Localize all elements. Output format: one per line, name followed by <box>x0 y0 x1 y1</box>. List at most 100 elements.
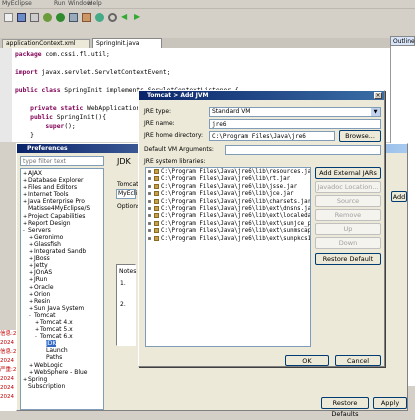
tree-item[interactable]: +JOnAS <box>21 269 103 276</box>
close-icon[interactable]: × <box>374 92 382 99</box>
library-row[interactable]: ⊞ C:\Program Files\Java\jre6\lib\rt.jar <box>148 176 308 183</box>
cancel-button[interactable]: Cancel <box>335 355 381 366</box>
preferences-tree: +AJAX +Database Explorer +Files and Editor… <box>20 168 104 410</box>
forward-icon[interactable]: ▶ <box>134 13 143 22</box>
jvm-button-source-attachment[interactable]: Source Attachment... <box>315 195 381 216</box>
tree-item[interactable]: +JBoss <box>21 255 103 262</box>
restore-defaults-button[interactable]: Restore Defaults <box>321 397 369 418</box>
tree-item[interactable]: Paths <box>21 354 103 361</box>
tree-item-label: Tomcat 5.x <box>40 326 73 334</box>
tree-item[interactable]: +Sun Java System <box>21 305 103 312</box>
tree-item-label: WebLogic <box>34 361 63 369</box>
jvm-button-restore-default[interactable]: Restore Default <box>315 253 381 265</box>
tree-item-label: Files and Editors <box>28 184 78 192</box>
tree-item-label: Resin <box>34 297 51 305</box>
apply-button[interactable]: Apply <box>373 397 407 409</box>
tree-item[interactable]: - Servers <box>21 227 103 234</box>
library-row[interactable]: ⊞ C:\Program Files\Java\jre6\lib\resource… <box>148 169 311 176</box>
tree-item[interactable]: +Integrated Sandb <box>21 248 103 255</box>
tab-springinit[interactable]: SpringInit.java <box>92 38 162 48</box>
back-icon[interactable]: ◀ <box>121 13 130 22</box>
save-icon[interactable] <box>17 13 26 22</box>
search-icon[interactable] <box>108 13 117 22</box>
tree-item[interactable]: +Orion <box>21 291 103 298</box>
tab-applicationcontext[interactable]: applicationContext.xml <box>2 39 90 48</box>
code-line: package com.cssi.fl.util; <box>15 51 110 58</box>
tree-item[interactable]: Launch <box>21 347 103 354</box>
jre-home-input[interactable] <box>209 131 335 141</box>
library-row[interactable]: ⊞ C:\Program Files\Java\jre6\lib\ext\dnsn… <box>148 205 310 213</box>
print-icon[interactable] <box>30 13 39 22</box>
library-row[interactable]: ⊞ C:\Program Files\Java\jre6\lib\ext\sunj… <box>148 220 310 228</box>
notes-item-2: 2. <box>120 301 126 308</box>
menu-run[interactable]: Run <box>54 0 66 7</box>
myeclipse-select[interactable]: MyEcli <box>116 189 137 199</box>
toolbar: ◀ ▶ <box>0 9 415 29</box>
new-icon[interactable] <box>4 13 13 22</box>
tree-item[interactable]: Matisse4MyEclipse/S <box>21 205 103 212</box>
package-icon[interactable] <box>82 13 91 22</box>
tree-item[interactable]: +Geronimo <box>21 234 103 241</box>
jdk-heading: JDK <box>117 157 131 166</box>
console-line: 2024 <box>0 376 14 382</box>
tree-item-label: Tomcat <box>34 311 56 319</box>
tree-item[interactable]: +Java Enterprise Pro <box>21 198 103 205</box>
tree-item[interactable]: +Tomcat 5.x <box>21 326 103 333</box>
tree-item[interactable]: +AJAX <box>21 170 103 177</box>
tree-item[interactable]: - Tomcat <box>21 312 103 319</box>
tree-item[interactable]: +Spring <box>21 376 103 383</box>
jar-icon <box>154 183 159 189</box>
tree-item[interactable]: +JRun <box>21 276 103 283</box>
filter-input[interactable] <box>20 156 104 166</box>
jvm-button-add-external-jars[interactable]: Add External JARs <box>315 167 381 179</box>
tree-item-label: Sun Java System <box>34 304 85 312</box>
tree-item-label: Orion <box>34 290 51 298</box>
jar-icon <box>154 198 159 204</box>
console-line: 2024 <box>0 340 14 346</box>
ok-button[interactable]: OK <box>285 355 329 366</box>
tree-item[interactable]: +Jetty <box>21 262 103 269</box>
jvm-button-up[interactable]: Up <box>315 223 381 235</box>
jvm-button-remove[interactable]: Remove <box>315 209 381 221</box>
tree-item[interactable]: +Tomcat 4.x <box>21 319 103 326</box>
tree-item[interactable]: JDK <box>21 340 103 348</box>
library-path: C:\Program Files\Java\jre6\lib\resources… <box>161 169 311 175</box>
tree-item[interactable]: +WebSphere - Blue <box>21 369 103 376</box>
library-row[interactable]: ⊞ C:\Program Files\Java\jre6\lib\jsse.jar <box>148 183 308 191</box>
library-row[interactable]: ⊞ C:\Program Files\Java\jre6\lib\ext\loca… <box>148 213 310 220</box>
library-row[interactable]: ⊞ C:\Program Files\Java\jre6\lib\jce.jar <box>148 191 308 198</box>
jre-type-select[interactable]: Standard VM ▼ <box>209 107 381 117</box>
library-row[interactable]: ⊞ C:\Program Files\Java\jre6\lib\ext\sunp… <box>148 235 310 243</box>
tree-item[interactable]: +Database Explorer <box>21 177 103 184</box>
menu-help[interactable]: Help <box>88 0 102 7</box>
vm-args-input[interactable] <box>225 145 381 155</box>
server-icon[interactable] <box>69 13 78 22</box>
tree-item[interactable]: +Oracle <box>21 284 103 291</box>
tree-item[interactable]: +WebLogic <box>21 362 103 369</box>
add-button[interactable]: Add <box>391 191 407 202</box>
browse-button[interactable]: Browse... <box>339 130 381 142</box>
tree-item-label: Jetty <box>34 262 48 270</box>
tree-item[interactable]: +Project Capabilities <box>21 213 103 220</box>
tree-item[interactable]: - Tomcat 6.x <box>21 333 103 340</box>
jre-name-input[interactable] <box>209 119 381 129</box>
tree-item[interactable]: +Report Design <box>21 220 103 227</box>
tree-item[interactable]: +Resin <box>21 298 103 305</box>
jvm-button-javadoc-location[interactable]: Javadoc Location... <box>315 181 381 193</box>
run-icon[interactable] <box>56 13 65 22</box>
class-icon[interactable] <box>95 13 104 22</box>
libs-label: JRE system libraries: <box>144 158 206 165</box>
tree-item[interactable]: +Glassfish <box>21 241 103 248</box>
jvm-button-down[interactable]: Down <box>315 237 381 249</box>
outline-tab[interactable]: Outline <box>390 36 415 46</box>
jre-home-label: JRE home directory: <box>144 132 203 139</box>
library-row[interactable]: ⊞ C:\Program Files\Java\jre6\lib\charsets… <box>148 198 310 206</box>
libs-list[interactable]: ⊞ C:\Program Files\Java\jre6\lib\resource… <box>145 167 311 347</box>
tree-item[interactable]: +Internet Tools <box>21 191 103 198</box>
debug-icon[interactable] <box>43 13 52 22</box>
tree-item[interactable]: +Files and Editors <box>21 184 103 191</box>
notes-item-1: 1. <box>120 280 126 287</box>
tree-item[interactable]: Subscription <box>21 383 103 390</box>
tree-item-label: Matisse4MyEclipse/S <box>28 205 91 213</box>
library-row[interactable]: ⊞ C:\Program Files\Java\jre6\lib\ext\sunm… <box>148 228 310 235</box>
